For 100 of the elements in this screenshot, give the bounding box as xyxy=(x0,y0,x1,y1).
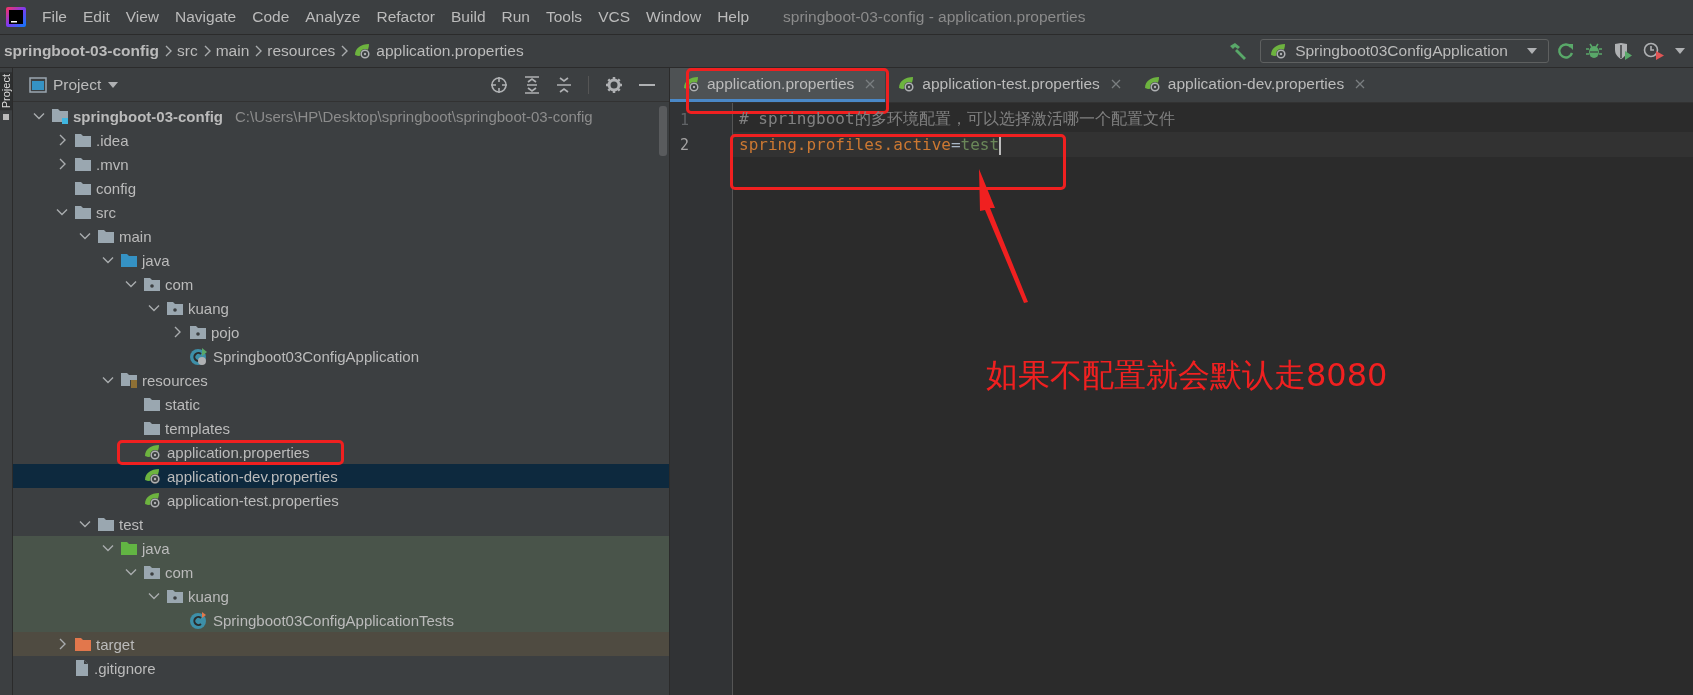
breadcrumb-item[interactable]: src xyxy=(173,42,202,60)
tree-item[interactable]: src xyxy=(13,200,669,224)
text-cursor xyxy=(999,134,1002,155)
folder-icon xyxy=(143,420,161,436)
spring-leaf-icon xyxy=(143,443,163,461)
tree-item[interactable]: resources xyxy=(13,368,669,392)
spring-leaf-icon xyxy=(1142,74,1163,93)
file-icon xyxy=(74,659,90,677)
source-folder-icon xyxy=(120,252,138,268)
breadcrumb-separator-icon[interactable] xyxy=(339,45,350,57)
tree-item[interactable]: Springboot03ConfigApplicationTests xyxy=(13,608,669,632)
folder-icon xyxy=(74,180,92,196)
tree-item[interactable]: Springboot03ConfigApplication xyxy=(13,344,669,368)
resources-folder-icon xyxy=(120,372,138,388)
bug-icon[interactable] xyxy=(1585,42,1603,60)
code-line: # springboot的多环境配置，可以选择激活哪一个配置文件 xyxy=(739,109,1175,130)
tree-item[interactable]: config xyxy=(13,176,669,200)
folder-icon xyxy=(74,156,92,172)
excluded-folder-icon xyxy=(74,636,92,652)
settings-icon[interactable] xyxy=(605,75,623,94)
tree-item[interactable]: .idea xyxy=(13,128,669,152)
tree-item[interactable]: application.properties xyxy=(13,440,669,464)
scrollbar-thumb[interactable] xyxy=(659,106,667,156)
tree-item[interactable]: com xyxy=(13,272,669,296)
tree-item[interactable]: java xyxy=(13,248,669,272)
tool-window-tab[interactable]: Project xyxy=(0,72,12,111)
project-path: C:\Users\HP\Desktop\springboot\springboot-03-config xyxy=(235,107,593,125)
tree-item[interactable]: application-dev.properties xyxy=(13,464,669,488)
folder-icon xyxy=(74,132,92,148)
breadcrumb-separator-icon[interactable] xyxy=(253,45,264,57)
caret-icon xyxy=(107,80,120,89)
package-icon xyxy=(143,276,161,292)
spring-leaf-icon xyxy=(143,467,163,485)
tree-item[interactable]: kuang xyxy=(13,584,669,608)
menu-item[interactable]: Tools xyxy=(537,8,591,26)
package-icon xyxy=(189,324,207,340)
menu-item[interactable]: Code xyxy=(244,8,298,26)
tree-item[interactable]: kuang xyxy=(13,296,669,320)
run-configuration-dropdown[interactable]: Springboot03ConfigApplication xyxy=(1260,39,1549,63)
app-logo-icon xyxy=(6,7,26,27)
package-icon xyxy=(166,588,184,604)
menu-item[interactable]: Window xyxy=(638,8,710,26)
hammer-icon[interactable] xyxy=(1228,42,1249,60)
shield-run-icon[interactable] xyxy=(1613,42,1633,60)
annotation-note: 如果不配置就会默认走8080 xyxy=(986,355,1388,396)
editor-tab[interactable]: application-dev.properties xyxy=(1130,68,1376,102)
spring-leaf-icon xyxy=(143,491,163,509)
package-icon xyxy=(166,300,184,316)
editor-tab[interactable]: application-test.properties xyxy=(885,68,1131,102)
locate-icon[interactable] xyxy=(490,75,508,94)
menu-item[interactable]: Build xyxy=(443,8,494,26)
menu-item[interactable]: View xyxy=(117,8,168,26)
spring-class-icon xyxy=(189,346,209,366)
tree-item[interactable]: static xyxy=(13,392,669,416)
tree-item[interactable]: application-test.properties xyxy=(13,488,669,512)
breadcrumb-separator-icon[interactable] xyxy=(163,45,173,57)
breadcrumb-item[interactable]: resources xyxy=(263,42,340,60)
menu-item[interactable]: Help xyxy=(709,8,758,26)
menu-item[interactable]: Analyze xyxy=(297,8,369,26)
collapse-all-icon[interactable] xyxy=(556,75,572,94)
test-class-icon xyxy=(189,610,209,630)
breadcrumb-item[interactable]: springboot-03-config xyxy=(0,42,163,60)
panel-icon xyxy=(3,114,9,121)
folder-icon xyxy=(97,516,115,532)
folder-icon xyxy=(97,228,115,244)
menu-item[interactable]: Navigate xyxy=(167,8,245,26)
caret-icon[interactable] xyxy=(1675,47,1685,55)
panel-view-dropdown[interactable]: Project xyxy=(23,74,126,95)
tree-item[interactable]: pojo xyxy=(13,320,669,344)
tree-item[interactable]: test xyxy=(13,512,669,536)
tree-item[interactable]: java xyxy=(13,536,669,560)
menu-item[interactable]: VCS xyxy=(590,8,638,26)
test-folder-icon xyxy=(120,540,138,556)
caret-icon xyxy=(1526,47,1538,55)
menu-item[interactable]: Refactor xyxy=(368,8,444,26)
clock-run-icon[interactable] xyxy=(1643,42,1665,60)
menu-item[interactable]: File xyxy=(34,8,75,26)
tree-item[interactable]: .gitignore xyxy=(13,656,669,680)
window-title: springboot-03-config - application.properties xyxy=(783,8,1086,26)
rerun-icon[interactable] xyxy=(1557,42,1575,60)
module-folder-icon xyxy=(51,108,69,124)
spring-leaf-icon xyxy=(682,74,702,93)
tree-item[interactable]: springboot-03-config C:\Users\HP\Desktop\springboot\springboot-03-config xyxy=(13,104,669,128)
close-icon[interactable] xyxy=(1355,78,1366,89)
folder-icon xyxy=(143,396,161,412)
menu-item[interactable]: Edit xyxy=(75,8,118,26)
breadcrumb-item[interactable]: application.properties xyxy=(349,42,528,60)
tree-item[interactable]: main xyxy=(13,224,669,248)
tree-item[interactable]: com xyxy=(13,560,669,584)
folder-icon xyxy=(74,204,92,220)
code-line: spring.profiles.active=test xyxy=(739,135,1000,154)
expand-all-icon[interactable] xyxy=(524,75,540,94)
package-icon xyxy=(143,564,161,580)
close-icon[interactable] xyxy=(1110,78,1121,89)
line-number: 2 xyxy=(679,134,691,156)
tree-item[interactable]: .mvn xyxy=(13,152,669,176)
tree-item[interactable]: templates xyxy=(13,416,669,440)
menu-item[interactable]: Run xyxy=(493,8,538,26)
breadcrumb-item[interactable]: main xyxy=(211,42,254,60)
tree-item[interactable]: target xyxy=(13,632,669,656)
